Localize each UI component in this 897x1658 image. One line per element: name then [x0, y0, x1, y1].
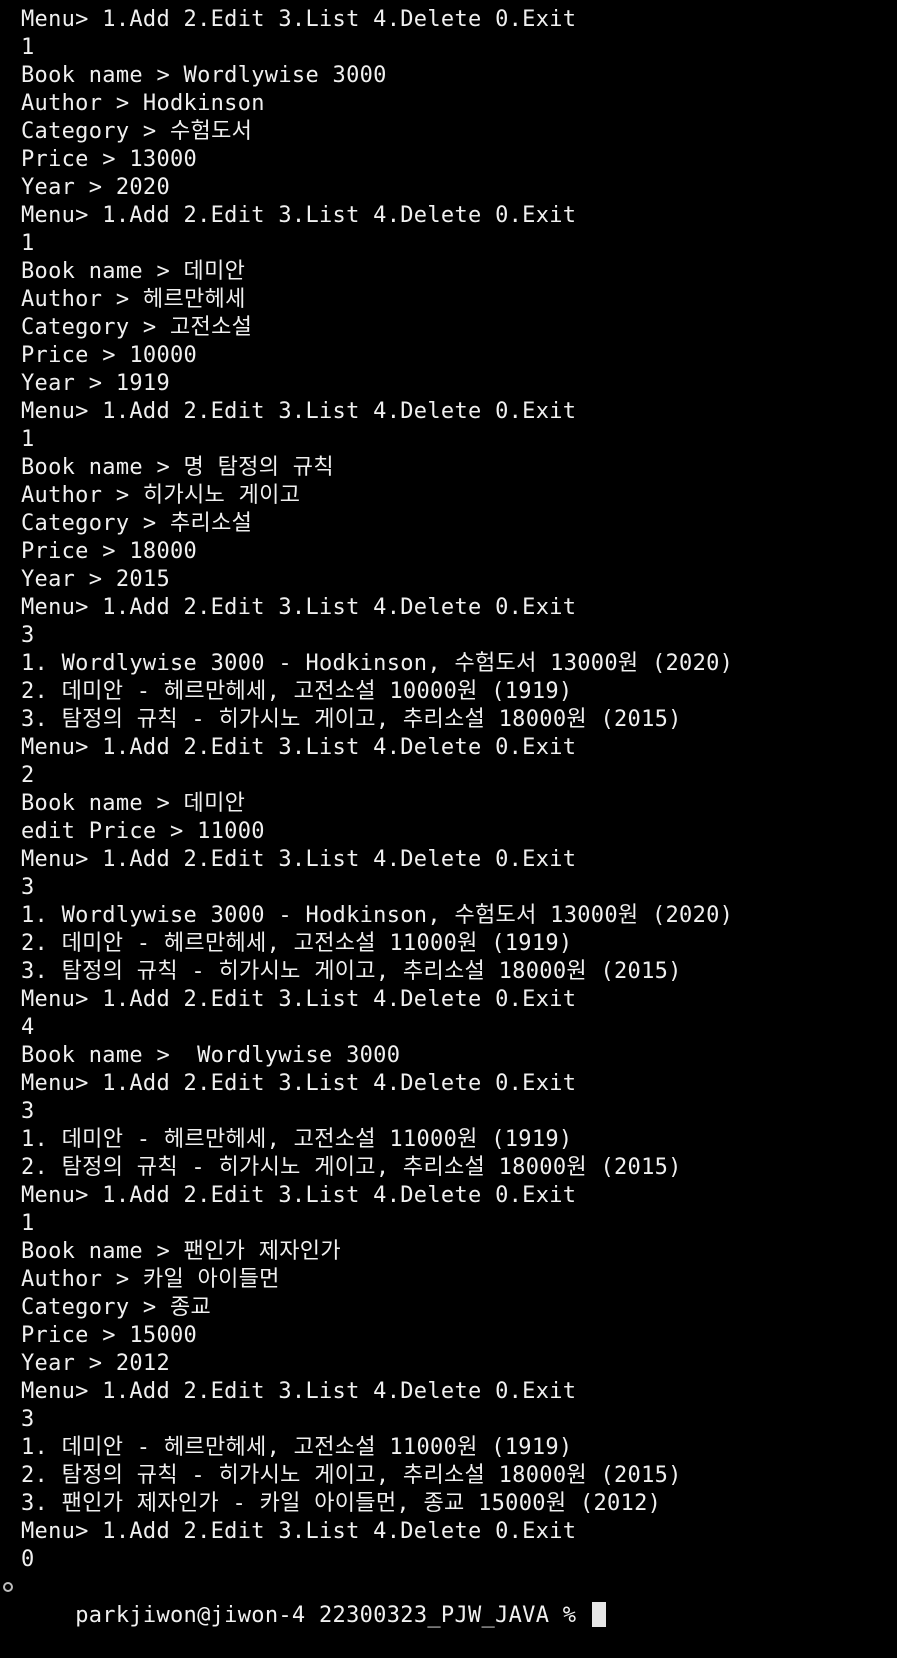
output-line: 1	[21, 35, 35, 60]
output-line: Menu> 1.Add 2.Edit 3.List 4.Delete 0.Exi…	[21, 1379, 577, 1404]
output-line: Book name > 데미안	[21, 791, 246, 816]
output-line: 1. Wordlywise 3000 - Hodkinson, 수험도서 130…	[21, 903, 734, 928]
output-line: 2. 데미안 - 헤르만헤세, 고전소설 10000원 (1919)	[21, 679, 573, 704]
output-line: Year > 1919	[21, 371, 170, 396]
output-line: Price > 13000	[21, 147, 198, 172]
output-line: Book name > 팬인가 제자인가	[21, 1239, 341, 1264]
output-line: 3. 탐정의 규칙 - 히가시노 게이고, 추리소설 18000원 (2015)	[21, 959, 682, 984]
output-line: Year > 2015	[21, 567, 170, 592]
output-line: Menu> 1.Add 2.Edit 3.List 4.Delete 0.Exi…	[21, 987, 577, 1012]
output-line: Menu> 1.Add 2.Edit 3.List 4.Delete 0.Exi…	[21, 1183, 577, 1208]
output-line: Menu> 1.Add 2.Edit 3.List 4.Delete 0.Exi…	[21, 399, 577, 424]
output-line: 0	[21, 1547, 35, 1572]
text-cursor	[591, 1602, 606, 1627]
terminal-window[interactable]: Menu> 1.Add 2.Edit 3.List 4.Delete 0.Exi…	[0, 0, 897, 1628]
output-line: 4	[21, 1015, 35, 1040]
output-line: Price > 10000	[21, 343, 198, 368]
output-line: 3. 탐정의 규칙 - 히가시노 게이고, 추리소설 18000원 (2015)	[21, 707, 682, 732]
output-line: Author > 헤르만헤세	[21, 287, 246, 312]
output-line: 3	[21, 623, 35, 648]
output-line: Category > 추리소설	[21, 511, 253, 536]
terminal-output: Menu> 1.Add 2.Edit 3.List 4.Delete 0.Exi…	[21, 6, 897, 1574]
output-line: Category > 고전소설	[21, 315, 253, 340]
output-line: Year > 2020	[21, 175, 170, 200]
output-line: Menu> 1.Add 2.Edit 3.List 4.Delete 0.Exi…	[21, 7, 577, 32]
output-line: edit Price > 11000	[21, 819, 265, 844]
output-line: 1. 데미안 - 헤르만헤세, 고전소설 11000원 (1919)	[21, 1435, 573, 1460]
output-line: 1. 데미안 - 헤르만헤세, 고전소설 11000원 (1919)	[21, 1127, 573, 1152]
output-line: Menu> 1.Add 2.Edit 3.List 4.Delete 0.Exi…	[21, 203, 577, 228]
output-line: Author > 카일 아이들먼	[21, 1267, 280, 1292]
output-line: 1	[21, 231, 35, 256]
prompt-mark-icon	[3, 1582, 13, 1592]
output-line: Menu> 1.Add 2.Edit 3.List 4.Delete 0.Exi…	[21, 1519, 577, 1544]
output-line: 3	[21, 1407, 35, 1432]
output-line: 2	[21, 763, 35, 788]
output-line: Category > 수험도서	[21, 119, 253, 144]
output-line: Category > 종교	[21, 1295, 212, 1320]
shell-prompt: parkjiwon@jiwon-4 22300323_PJW_JAVA %	[75, 1603, 590, 1628]
output-line: Price > 15000	[21, 1323, 198, 1348]
output-line: Book name > Wordlywise 3000	[21, 1043, 401, 1068]
output-line: 1	[21, 427, 35, 452]
output-line: 2. 탐정의 규칙 - 히가시노 게이고, 추리소설 18000원 (2015)	[21, 1155, 682, 1180]
output-line: Menu> 1.Add 2.Edit 3.List 4.Delete 0.Exi…	[21, 595, 577, 620]
shell-prompt-line[interactable]: parkjiwon@jiwon-4 22300323_PJW_JAVA %	[3, 1574, 897, 1628]
output-line: Price > 18000	[21, 539, 198, 564]
output-line: 3	[21, 1099, 35, 1124]
output-line: Book name > 명 탐정의 규칙	[21, 455, 334, 480]
output-line: Menu> 1.Add 2.Edit 3.List 4.Delete 0.Exi…	[21, 735, 577, 760]
output-line: 3	[21, 875, 35, 900]
output-line: 2. 데미안 - 헤르만헤세, 고전소설 11000원 (1919)	[21, 931, 573, 956]
output-line: Author > Hodkinson	[21, 91, 265, 116]
output-line: Author > 히가시노 게이고	[21, 483, 301, 508]
output-line: 2. 탐정의 규칙 - 히가시노 게이고, 추리소설 18000원 (2015)	[21, 1463, 682, 1488]
output-line: 1. Wordlywise 3000 - Hodkinson, 수험도서 130…	[21, 651, 734, 676]
output-line: Menu> 1.Add 2.Edit 3.List 4.Delete 0.Exi…	[21, 847, 577, 872]
output-line: Book name > Wordlywise 3000	[21, 63, 387, 88]
output-line: Book name > 데미안	[21, 259, 246, 284]
output-line: Year > 2012	[21, 1351, 170, 1376]
output-line: Menu> 1.Add 2.Edit 3.List 4.Delete 0.Exi…	[21, 1071, 577, 1096]
output-line: 1	[21, 1211, 35, 1236]
output-line: 3. 팬인가 제자인가 - 카일 아이들먼, 종교 15000원 (2012)	[21, 1491, 662, 1516]
